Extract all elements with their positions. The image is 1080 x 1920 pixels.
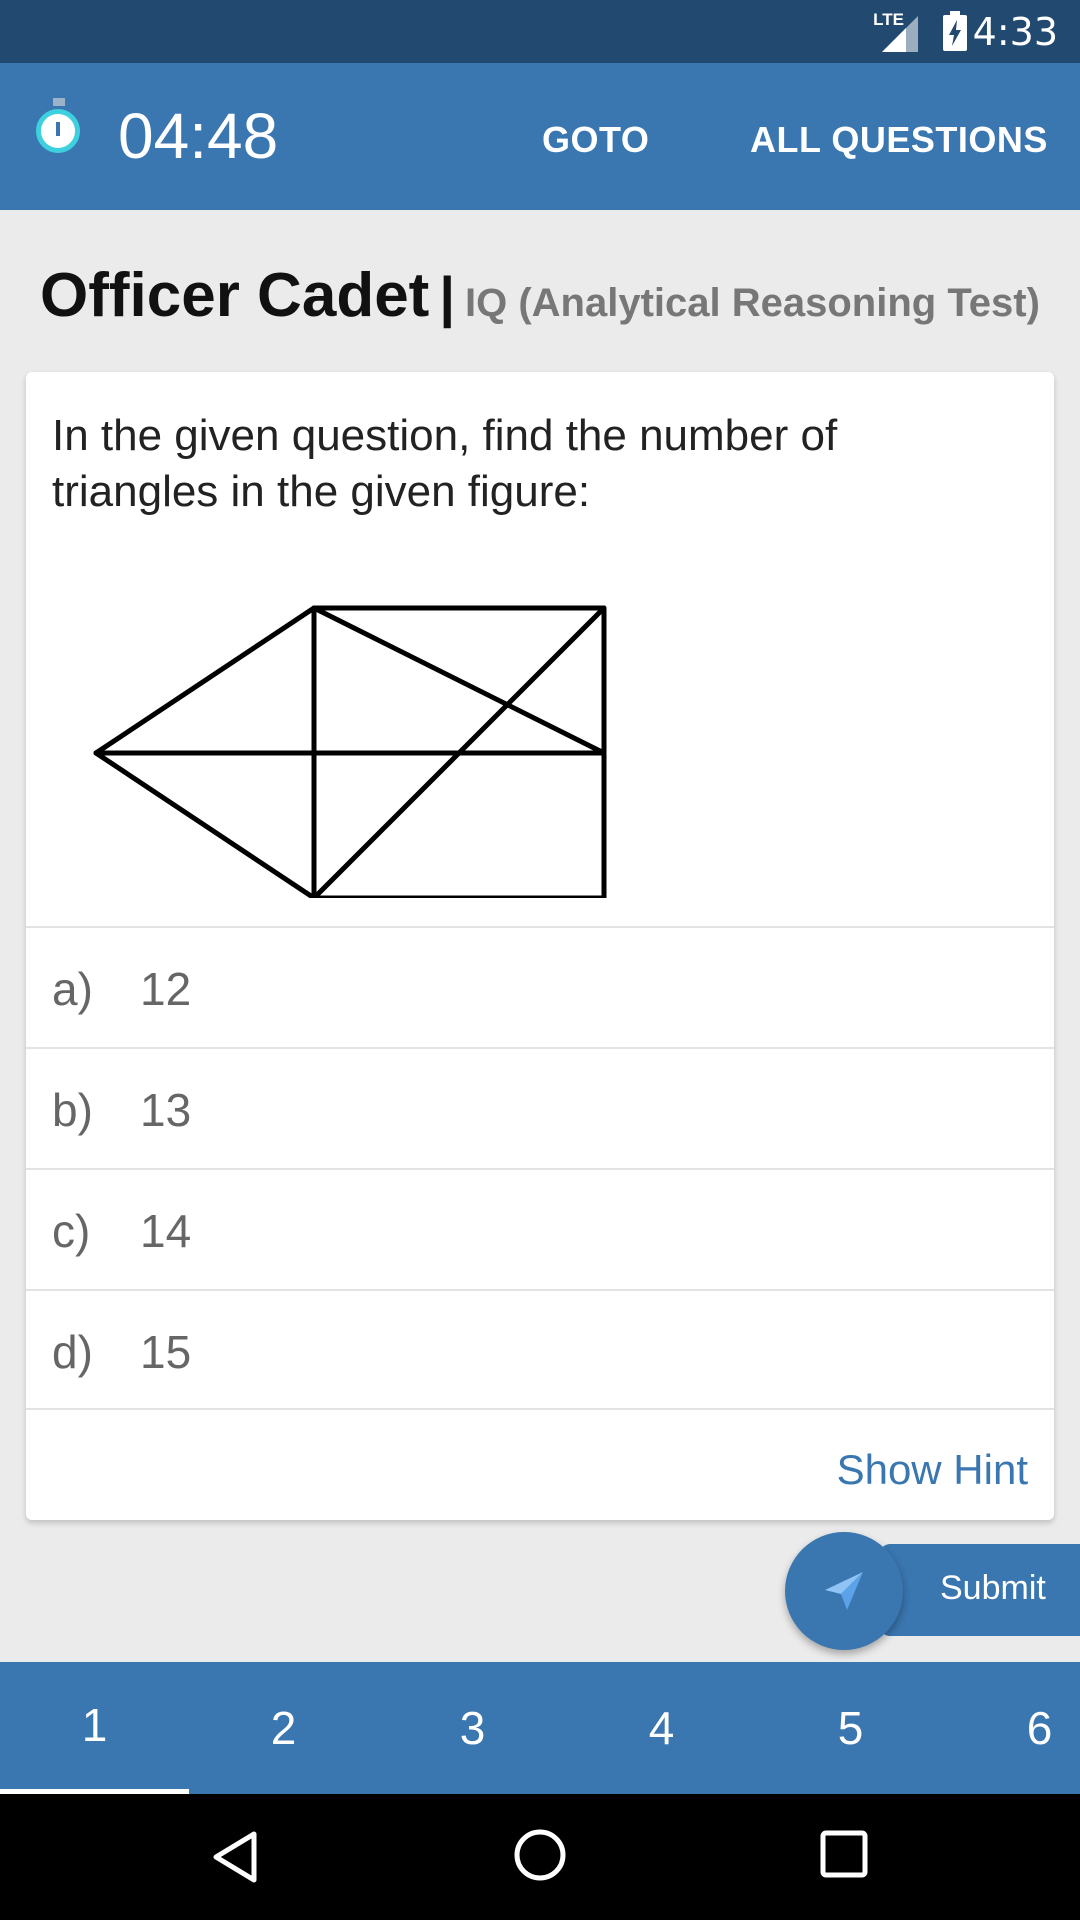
back-icon[interactable] xyxy=(210,1830,260,1884)
tab-question-5[interactable]: 5 xyxy=(756,1662,945,1794)
option-value: 12 xyxy=(140,963,192,1015)
status-bar: LTE 4:33 xyxy=(0,0,1080,63)
triangle-figure xyxy=(93,605,607,898)
send-icon xyxy=(825,1572,863,1610)
option-letter: c) xyxy=(52,1205,91,1257)
signal-icon xyxy=(882,16,918,52)
option-letter: a) xyxy=(52,963,93,1015)
exam-title: Officer Cadet xyxy=(40,261,430,330)
option-value: 15 xyxy=(140,1326,192,1378)
hint-row: Show Hint xyxy=(26,1408,1054,1520)
all-questions-button[interactable]: ALL QUESTIONS xyxy=(750,119,1048,161)
option-value: 13 xyxy=(140,1084,192,1136)
question-card: In the given question, find the number o… xyxy=(26,372,1054,1520)
option-b[interactable]: b) 13 xyxy=(26,1047,1054,1167)
home-icon[interactable] xyxy=(513,1828,567,1882)
option-a[interactable]: a) 12 xyxy=(26,926,1054,1046)
show-hint-button[interactable]: Show Hint xyxy=(837,1446,1028,1494)
tab-question-3[interactable]: 3 xyxy=(378,1662,567,1794)
option-value: 14 xyxy=(140,1205,192,1257)
tab-question-4[interactable]: 4 xyxy=(567,1662,756,1794)
submit-label: Submit xyxy=(940,1569,1046,1607)
page-heading: Officer Cadet | IQ (Analytical Reasoning T… xyxy=(40,260,1040,331)
recents-icon[interactable] xyxy=(820,1830,868,1878)
tab-question-1[interactable]: 1 xyxy=(0,1662,189,1794)
question-tab-bar: 1 2 3 4 5 6 xyxy=(0,1662,1080,1794)
system-nav-bar xyxy=(0,1794,1080,1920)
option-c[interactable]: c) 14 xyxy=(26,1168,1054,1288)
battery-charging-icon xyxy=(943,11,967,51)
option-d[interactable]: d) 15 xyxy=(26,1289,1054,1409)
question-text: In the given question, find the number o… xyxy=(52,411,838,516)
goto-button[interactable]: GOTO xyxy=(542,119,649,161)
app-bar: 04:48 GOTO ALL QUESTIONS xyxy=(0,63,1080,210)
clock: 4:33 xyxy=(972,10,1058,54)
countdown-timer: 04:48 xyxy=(118,100,279,172)
section-subtitle: IQ (Analytical Reasoning Test) xyxy=(465,281,1040,325)
option-letter: b) xyxy=(52,1084,93,1136)
option-letter: d) xyxy=(52,1326,93,1378)
tab-question-6[interactable]: 6 xyxy=(945,1662,1080,1794)
stopwatch-icon xyxy=(36,98,80,153)
tab-question-2[interactable]: 2 xyxy=(189,1662,378,1794)
submit-button[interactable]: Submit xyxy=(880,1544,1080,1636)
submit-fab[interactable] xyxy=(785,1532,903,1650)
title-separator: | xyxy=(439,265,455,328)
